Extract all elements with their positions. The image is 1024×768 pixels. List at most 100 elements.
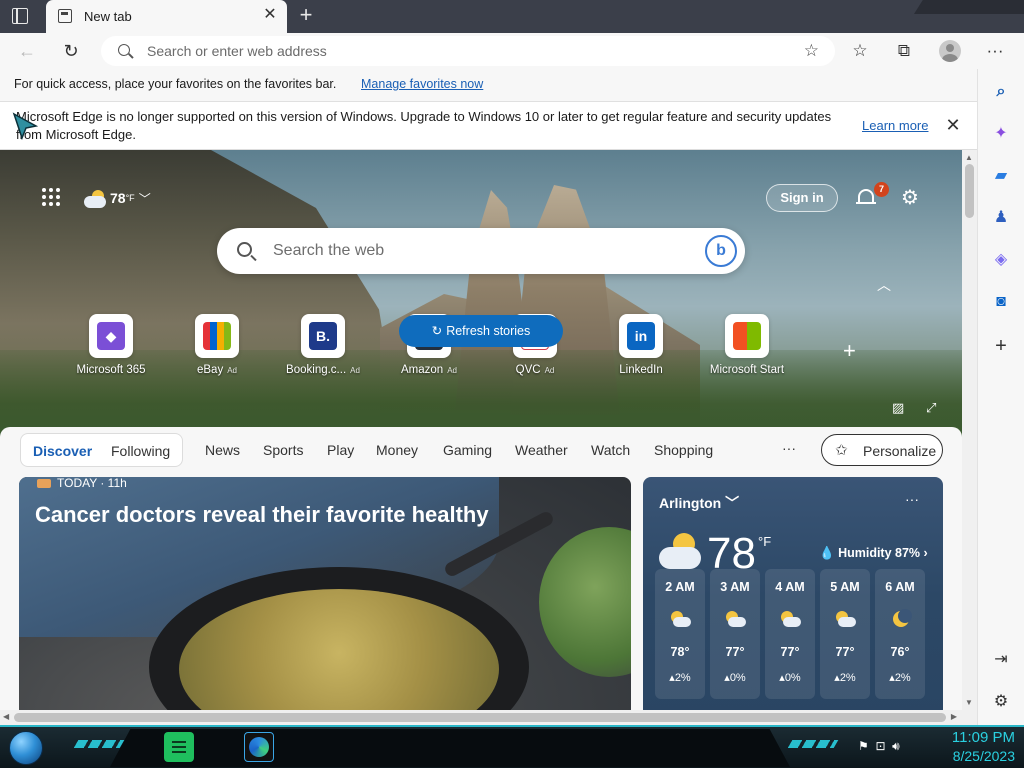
- personalize-button[interactable]: ✩ Personalize: [821, 434, 943, 466]
- more-tabs-button[interactable]: ···: [782, 440, 796, 456]
- taskbar-decoration: [73, 740, 125, 748]
- gear-icon[interactable]: ⚙: [990, 691, 1012, 713]
- web-search-input[interactable]: [273, 240, 673, 262]
- hourly-item: 2 AM 78° ▴2%: [655, 569, 705, 699]
- tab-gaming[interactable]: Gaming: [443, 442, 492, 458]
- tab-discover[interactable]: Discover: [33, 443, 92, 459]
- scrollbar-thumb[interactable]: [14, 713, 946, 722]
- feed-segment-control: Discover Following: [20, 433, 183, 467]
- microsoft-logo-icon: [733, 322, 761, 350]
- quick-link-microsoft365[interactable]: ◆ Microsoft 365: [66, 314, 156, 384]
- close-icon[interactable]: ✕: [944, 116, 962, 134]
- notifications-bell-icon[interactable]: [856, 187, 876, 209]
- humidity-reading[interactable]: 💧 Humidity 87% ›: [819, 546, 928, 561]
- image-info-icon[interactable]: ▨: [892, 400, 904, 416]
- expand-icon[interactable]: ⤢: [926, 400, 936, 416]
- vertical-scrollbar[interactable]: ▲ ▼: [962, 150, 977, 710]
- apps-launcher-icon[interactable]: [42, 188, 62, 208]
- volume-icon[interactable]: 🔊︎: [892, 739, 900, 753]
- sign-in-button[interactable]: Sign in: [766, 184, 838, 212]
- microsoft365-icon[interactable]: ◈: [990, 249, 1012, 271]
- manage-favorites-link[interactable]: Manage favorites now: [361, 77, 483, 91]
- scrollbar-thumb[interactable]: [965, 164, 974, 218]
- outlook-icon[interactable]: ◙: [990, 291, 1012, 313]
- edge-app-icon[interactable]: [244, 732, 274, 762]
- profile-avatar[interactable]: [939, 40, 961, 62]
- tab-sports[interactable]: Sports: [263, 442, 303, 458]
- tab-strip: New tab ✕ +: [0, 0, 1024, 33]
- hide-sidebar-icon[interactable]: ⇥: [990, 649, 1012, 671]
- collections-icon[interactable]: ⧉: [893, 40, 915, 62]
- copilot-sparkle-icon[interactable]: ✦: [990, 123, 1012, 145]
- settings-more-icon[interactable]: ···: [984, 40, 1006, 62]
- weather-card[interactable]: Arlington ﹀ ··· 78 °F 💧 Humidity 87% › 2…: [643, 477, 943, 710]
- scroll-left-arrow-icon[interactable]: ◀: [3, 712, 9, 721]
- personalize-label: Personalize: [863, 443, 937, 459]
- feed-navigation: Discover Following News Sports Play Mone…: [0, 427, 962, 477]
- add-quick-link-button[interactable]: +: [843, 338, 856, 364]
- network-icon[interactable]: ⊡: [875, 739, 885, 753]
- hourly-item: 6 AM 76° ▴2%: [875, 569, 925, 699]
- tab-weather[interactable]: Weather: [515, 442, 568, 458]
- back-button[interactable]: ←: [16, 40, 38, 62]
- tab-new-tab[interactable]: New tab ✕: [46, 0, 287, 33]
- droplet-icon: 💧: [819, 546, 835, 560]
- tab-actions-icon[interactable]: [12, 8, 28, 24]
- refresh-button[interactable]: ↻: [60, 40, 82, 62]
- refresh-stories-button[interactable]: ↻ Refresh stories: [399, 315, 563, 347]
- personalize-icon: ✩: [835, 442, 848, 459]
- hourly-item: 3 AM 77° ▴0%: [710, 569, 760, 699]
- new-tab-button[interactable]: +: [295, 4, 317, 27]
- scroll-up-arrow-icon[interactable]: ▲: [965, 153, 973, 162]
- quick-link-label: eBay Ad: [196, 364, 237, 376]
- titlebar-decoration: [914, 0, 1024, 14]
- scroll-down-arrow-icon[interactable]: ▼: [965, 698, 973, 707]
- more-options-icon[interactable]: ···: [905, 491, 919, 507]
- quick-link-linkedin[interactable]: in LinkedIn: [596, 314, 686, 384]
- notes-app-icon[interactable]: [164, 732, 194, 762]
- newtab-favicon-icon: [58, 9, 72, 23]
- story-headline[interactable]: Cancer doctors reveal their favorite hea…: [35, 502, 489, 528]
- address-input[interactable]: [147, 40, 747, 62]
- clock-date[interactable]: 8/25/2023: [935, 748, 1015, 764]
- add-sidebar-app-icon[interactable]: +: [990, 335, 1012, 357]
- quick-link-label: Microsoft Start: [709, 364, 785, 376]
- weather-widget[interactable]: 78°F ﹀: [84, 186, 151, 210]
- games-icon[interactable]: ♟: [990, 207, 1012, 229]
- quick-link-booking[interactable]: B. Booking.c... Ad: [278, 314, 368, 384]
- flag-icon[interactable]: ⚑: [858, 739, 869, 753]
- bing-chat-icon[interactable]: b: [705, 235, 737, 267]
- tab-shopping[interactable]: Shopping: [654, 442, 713, 458]
- tab-news[interactable]: News: [205, 442, 240, 458]
- address-bar[interactable]: ☆: [101, 36, 835, 66]
- publisher-logo-icon: [37, 479, 51, 489]
- quick-link-label: Booking.c... Ad: [286, 364, 360, 376]
- learn-more-link[interactable]: Learn more: [862, 118, 928, 133]
- quick-link-label: Amazon Ad: [401, 364, 457, 376]
- clock-time[interactable]: 11:09 PM: [935, 729, 1015, 746]
- start-button[interactable]: [9, 731, 43, 765]
- close-tab-icon[interactable]: ✕: [261, 6, 279, 24]
- tab-following[interactable]: Following: [111, 443, 170, 459]
- chevron-up-icon[interactable]: ︿: [877, 275, 891, 295]
- quick-link-microsoft-start[interactable]: Microsoft Start: [702, 314, 792, 384]
- weather-location[interactable]: Arlington ﹀: [659, 493, 739, 513]
- partly-cloudy-icon: [834, 609, 856, 629]
- tab-play[interactable]: Play: [327, 442, 354, 458]
- web-search-box[interactable]: b: [217, 228, 745, 274]
- booking-logo-icon: B.: [309, 322, 337, 350]
- horizontal-scrollbar[interactable]: ◀ ▶: [0, 710, 977, 725]
- quick-link-ebay[interactable]: eBay Ad: [172, 314, 262, 384]
- tab-watch[interactable]: Watch: [591, 442, 630, 458]
- tab-money[interactable]: Money: [376, 442, 418, 458]
- add-favorite-icon[interactable]: ☆: [804, 41, 819, 61]
- quick-link-label: LinkedIn: [619, 364, 663, 376]
- favorites-icon[interactable]: ☆: [849, 40, 871, 62]
- tab-title: New tab: [84, 9, 132, 24]
- favorites-bar: For quick access, place your favorites o…: [0, 69, 977, 102]
- gear-icon[interactable]: ⚙: [899, 187, 921, 209]
- search-icon[interactable]: ⌕: [990, 81, 1012, 103]
- search-icon: [118, 44, 130, 56]
- shopping-icon[interactable]: ▰: [990, 165, 1012, 187]
- scroll-right-arrow-icon[interactable]: ▶: [951, 712, 957, 721]
